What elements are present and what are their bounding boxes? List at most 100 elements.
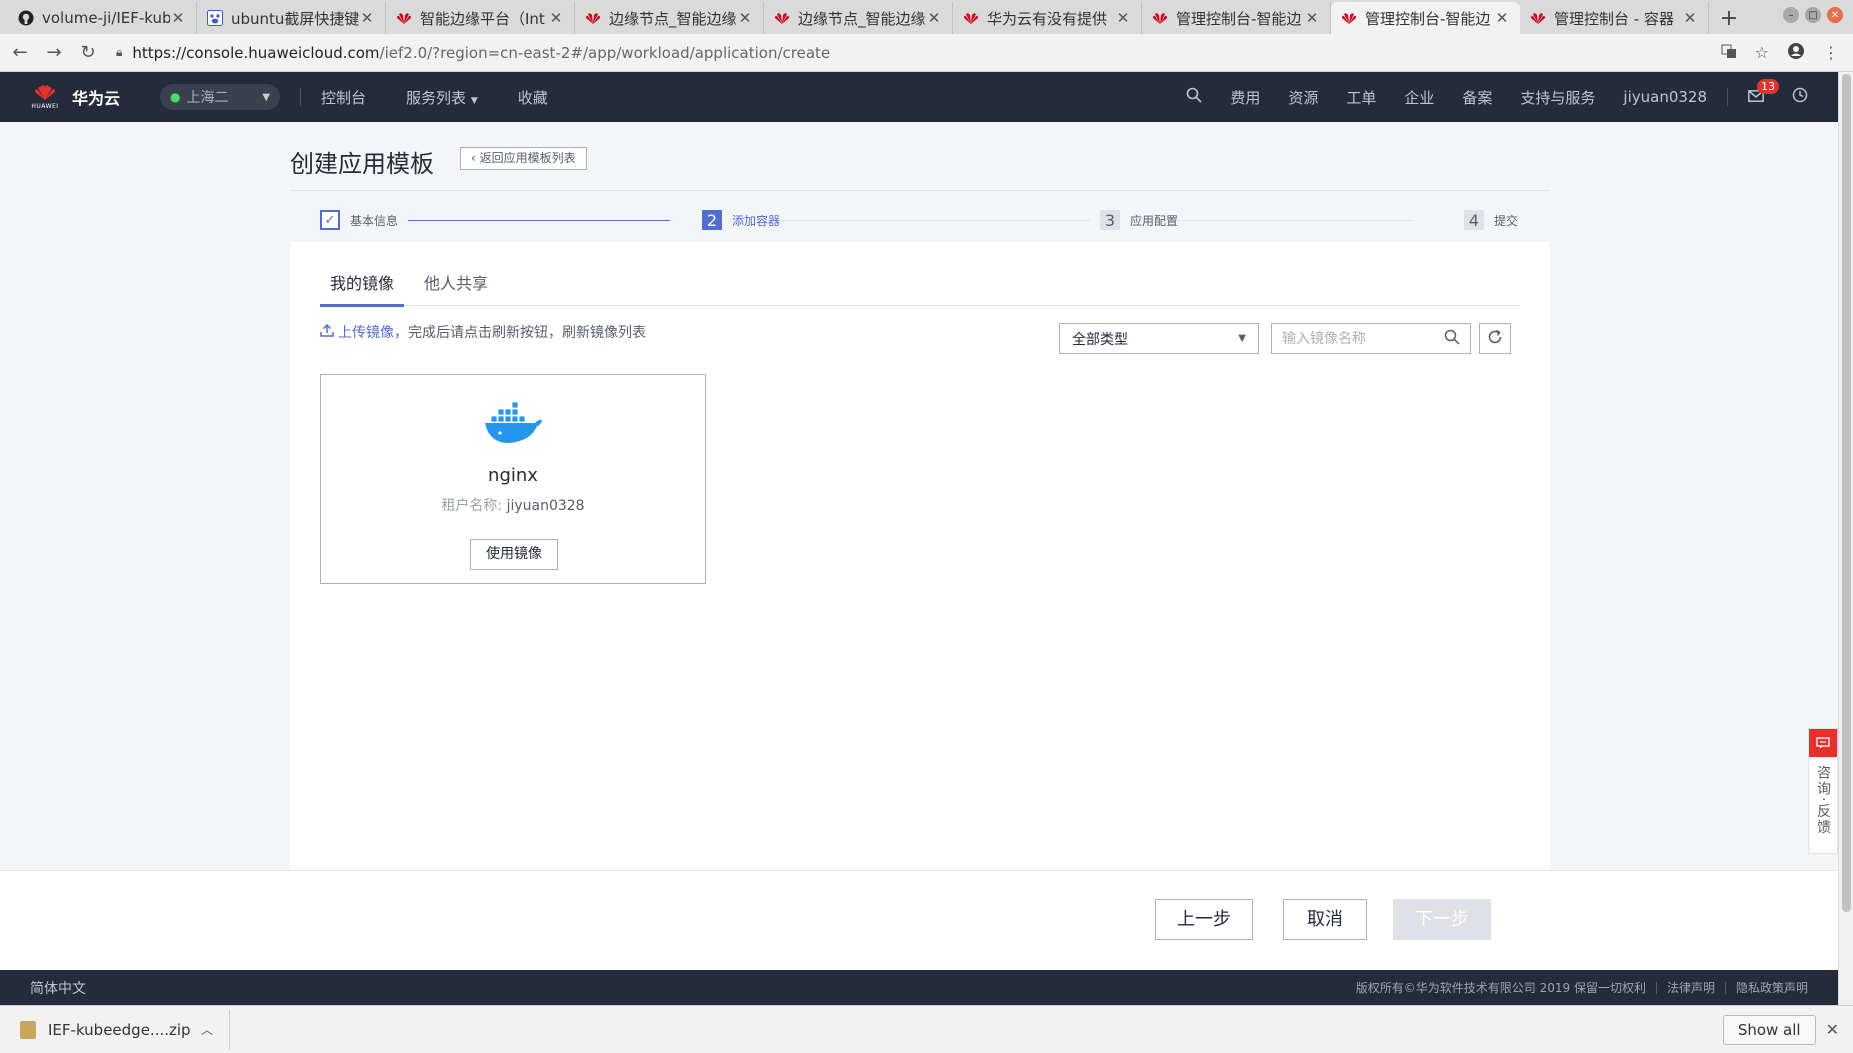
translate-icon[interactable]: [1721, 43, 1737, 63]
nav-support[interactable]: 支持与服务: [1520, 87, 1595, 108]
mail-icon[interactable]: 13: [1748, 79, 1779, 106]
next-step-button[interactable]: 下一步: [1393, 899, 1491, 940]
tab-my-images[interactable]: 我的镜像: [320, 272, 405, 307]
logo-wordmark: HUAWEI: [31, 102, 59, 110]
tenant-label: 租户名称:: [441, 498, 503, 514]
browser-tab[interactable]: volume-ji/IEF-kub ✕: [8, 2, 197, 34]
forward-arrow-icon[interactable]: →: [40, 39, 68, 67]
search-icon[interactable]: [1444, 329, 1460, 349]
browser-tab-active[interactable]: 管理控制台-智能边 ✕: [1331, 2, 1520, 34]
reload-icon[interactable]: ↻: [74, 39, 102, 67]
page-scrollbar[interactable]: [1838, 72, 1853, 1005]
nav-service-list[interactable]: 服务列表 ▼: [406, 87, 478, 108]
upload-image-link[interactable]: 上传镜像: [338, 322, 394, 342]
nav-console[interactable]: 控制台: [321, 87, 366, 108]
clock-icon[interactable]: [1792, 87, 1808, 107]
caret-down-icon: ▼: [262, 91, 271, 103]
refresh-button[interactable]: [1479, 323, 1511, 354]
cancel-button[interactable]: 取消: [1283, 899, 1367, 940]
tenant-value: jiyuan0328: [506, 498, 585, 514]
tab-title: 管理控制台-智能边: [1365, 9, 1491, 28]
image-search-input[interactable]: [1282, 330, 1444, 347]
nav-favorites[interactable]: 收藏: [518, 87, 548, 108]
menu-dots-icon[interactable]: ⋮: [1823, 43, 1839, 62]
browser-tab[interactable]: 管理控制台 - 容器 ✕: [1520, 2, 1709, 34]
username[interactable]: jiyuan0328: [1623, 88, 1707, 106]
consult-feedback-widget[interactable]: 咨询·反馈: [1808, 728, 1838, 854]
divider: [1655, 981, 1657, 994]
tab-shared-images[interactable]: 他人共享: [414, 272, 498, 306]
nav-tickets[interactable]: 工单: [1346, 87, 1376, 108]
copyright-text: 版权所有©华为软件技术有限公司 2019 保留一切权利: [1355, 981, 1646, 995]
image-type-select[interactable]: 全部类型 ▼: [1059, 323, 1259, 354]
step-label: 应用配置: [1130, 213, 1179, 228]
back-to-list-button[interactable]: ‹ 返回应用模板列表: [460, 147, 587, 170]
tab-close-icon[interactable]: ✕: [737, 9, 753, 27]
step-number: 2: [702, 210, 722, 230]
lock-icon: 🔒︎: [116, 45, 123, 59]
tab-close-icon[interactable]: ✕: [1304, 9, 1320, 27]
download-item[interactable]: IEF-kubeedge....zip ︿: [20, 1009, 230, 1050]
tab-title: 管理控制台 - 容器: [1554, 9, 1674, 28]
chevron-up-icon[interactable]: ︿: [201, 1021, 213, 1038]
refresh-icon: [1487, 329, 1503, 349]
browser-tab[interactable]: 边缘节点_智能边缘 ✕: [575, 2, 764, 34]
nav-resources[interactable]: 资源: [1288, 87, 1318, 108]
upload-icon: [320, 323, 334, 341]
search-icon[interactable]: [1186, 87, 1202, 107]
close-icon[interactable]: ✕: [1826, 1020, 1839, 1039]
console-header: HUAWEI 华为云 ● 上海二 ▼ 控制台 服务列表 ▼ 收藏 费用 资源 工…: [0, 72, 1838, 122]
back-arrow-icon[interactable]: ←: [6, 39, 34, 67]
tab-close-icon[interactable]: ✕: [926, 9, 942, 27]
nav-enterprise[interactable]: 企业: [1404, 87, 1434, 108]
checkmark-icon: ✓: [320, 210, 340, 230]
browser-tab[interactable]: 智能边缘平台（Int ✕: [386, 2, 575, 34]
new-tab-button[interactable]: +: [1709, 2, 1749, 34]
github-icon: [18, 10, 34, 26]
region-selector[interactable]: ● 上海二 ▼: [160, 84, 281, 110]
address-bar[interactable]: 🔒︎ https://console.huaweicloud.com /ief2…: [116, 39, 1721, 67]
huawei-logo[interactable]: HUAWEI: [30, 80, 60, 114]
chat-icon: [1809, 729, 1837, 757]
image-tenant: 租户名称: jiyuan0328: [321, 495, 705, 515]
browser-tab[interactable]: 华为云有没有提供 ✕: [953, 2, 1142, 34]
privacy-link[interactable]: 隐私政策声明: [1736, 979, 1808, 996]
account-icon[interactable]: [1787, 42, 1805, 64]
divider: [1727, 88, 1728, 106]
image-source-tabs: 我的镜像 他人共享: [320, 272, 1520, 307]
tab-close-icon[interactable]: ✕: [170, 9, 186, 27]
download-filename: IEF-kubeedge....zip: [48, 1020, 191, 1039]
scrollbar-thumb[interactable]: [1842, 74, 1851, 912]
browser-tab[interactable]: 边缘节点_智能边缘 ✕: [764, 2, 953, 34]
tab-title: 边缘节点_智能边缘: [798, 9, 926, 28]
language-switch[interactable]: 简体中文: [30, 978, 86, 998]
divider: [1724, 981, 1726, 994]
wizard-steps: ✓ 基本信息 2 添加容器 3 应用配置 4 提交: [320, 206, 1520, 236]
region-label: 上海二: [186, 90, 229, 106]
bookmark-star-icon[interactable]: ☆: [1755, 43, 1769, 62]
brand-name[interactable]: 华为云: [72, 85, 120, 109]
tab-close-icon[interactable]: ✕: [1494, 9, 1510, 27]
nav-billing[interactable]: 费用: [1230, 87, 1260, 108]
tab-close-icon[interactable]: ✕: [1115, 9, 1131, 27]
tab-close-icon[interactable]: ✕: [359, 9, 375, 27]
huawei-icon: [585, 10, 601, 26]
browser-tab[interactable]: 管理控制台-智能边 ✕: [1142, 2, 1331, 34]
show-all-button[interactable]: Show all: [1722, 1014, 1816, 1045]
step-label: 提交: [1494, 213, 1519, 228]
browser-tab[interactable]: ubuntu截屏快捷键 ✕: [197, 2, 386, 34]
upload-hint-text: ，完成后请点击刷新按钮，刷新镜像列表: [394, 325, 646, 341]
nav-icp[interactable]: 备案: [1462, 87, 1492, 108]
tab-close-icon[interactable]: ✕: [1682, 9, 1698, 27]
caret-down-icon: ▼: [470, 95, 478, 106]
minimize-icon[interactable]: –: [1783, 7, 1799, 23]
window-close-icon[interactable]: ✕: [1827, 7, 1843, 23]
step-basic-info: ✓ 基本信息: [320, 210, 398, 230]
tab-close-icon[interactable]: ✕: [548, 9, 564, 27]
use-image-button[interactable]: 使用镜像: [470, 539, 558, 570]
maximize-icon[interactable]: □: [1805, 7, 1821, 23]
back-to-list-label: 返回应用模板列表: [479, 151, 576, 165]
legal-link[interactable]: 法律声明: [1667, 979, 1715, 996]
huawei-icon: [1341, 10, 1357, 26]
prev-step-button[interactable]: 上一步: [1155, 899, 1253, 940]
